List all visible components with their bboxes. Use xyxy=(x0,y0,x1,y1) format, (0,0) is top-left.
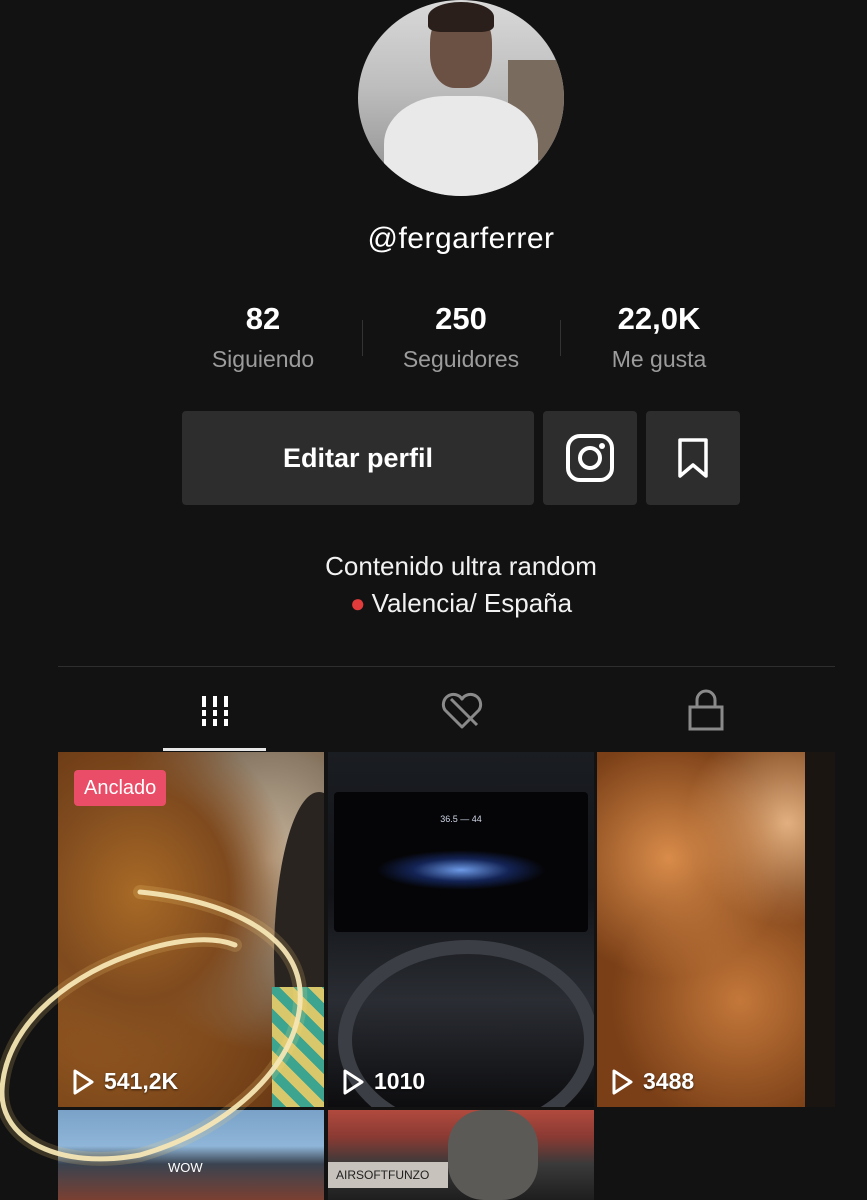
grid-icon xyxy=(200,696,230,726)
play-icon xyxy=(612,1069,633,1094)
stat-following-value: 82 xyxy=(245,301,281,336)
active-tab-indicator xyxy=(163,748,266,751)
stat-followers-label: Seguidores xyxy=(402,346,520,372)
profile-username: @fergarferrer xyxy=(367,222,555,255)
video-thumbnail[interactable]: AIRSOFTFUNZO xyxy=(328,1110,594,1200)
video-thumbnail[interactable] xyxy=(597,752,835,1107)
instagram-icon xyxy=(566,434,614,482)
video-thumbnail[interactable]: 36.5 — 44 xyxy=(328,752,594,1107)
video-thumbnail[interactable]: WOW xyxy=(58,1110,324,1200)
bio-location: ● Valencia/ España xyxy=(0,588,867,619)
edit-profile-button[interactable]: Editar perfil xyxy=(182,411,534,505)
stats-divider xyxy=(560,320,561,356)
pinned-badge: Anclado xyxy=(74,770,167,806)
edit-profile-label: Editar perfil xyxy=(282,442,434,473)
thumbnail-tile xyxy=(272,987,324,1107)
tabs-divider xyxy=(58,666,835,667)
tab-liked[interactable] xyxy=(432,686,492,736)
thumbnail-pan-rim xyxy=(805,752,835,1107)
location-pin-icon: ● xyxy=(349,588,366,618)
stats-divider xyxy=(362,320,363,356)
avatar-hair xyxy=(428,2,494,32)
play-icon xyxy=(73,1069,94,1094)
view-count: 3488 xyxy=(611,1068,694,1095)
thumbnail-overlay-text: AIRSOFTFUNZO xyxy=(328,1162,448,1188)
stat-followers-value: 250 xyxy=(435,301,487,336)
stat-likes-value: 22,0K xyxy=(617,301,701,336)
instagram-button[interactable] xyxy=(543,411,637,505)
thumbnail-glow xyxy=(376,850,546,890)
view-count: 1010 xyxy=(342,1068,425,1095)
tab-private[interactable] xyxy=(676,686,736,736)
tab-videos[interactable] xyxy=(185,686,245,736)
lock-icon xyxy=(688,689,724,731)
view-count-value: 1010 xyxy=(374,1068,426,1094)
view-count-value: 3488 xyxy=(643,1068,695,1094)
stat-likes-label: Me gusta xyxy=(611,346,707,372)
view-count-value: 541,2K xyxy=(104,1068,179,1094)
stat-likes[interactable]: 22,0K Me gusta xyxy=(579,300,739,378)
bookmark-icon xyxy=(678,438,708,478)
play-icon xyxy=(343,1069,364,1094)
stat-followers[interactable]: 250 Seguidores xyxy=(381,300,541,378)
thumbnail-statue xyxy=(448,1110,538,1200)
stat-following[interactable]: 82 Siguiendo xyxy=(183,300,343,378)
bio-location-text: Valencia/ España xyxy=(371,588,573,618)
stat-following-label: Siguiendo xyxy=(211,346,315,372)
thumbnail-overlay-text: WOW xyxy=(168,1160,203,1175)
view-count: 541,2K xyxy=(72,1068,178,1095)
bio-text: Contenido ultra random xyxy=(325,551,597,581)
profile-avatar[interactable] xyxy=(358,0,564,196)
avatar-shirt xyxy=(384,96,538,196)
thumbnail-overlay-text: 36.5 — 44 xyxy=(440,814,482,824)
liked-hidden-icon xyxy=(441,692,483,729)
bookmarks-button[interactable] xyxy=(646,411,740,505)
